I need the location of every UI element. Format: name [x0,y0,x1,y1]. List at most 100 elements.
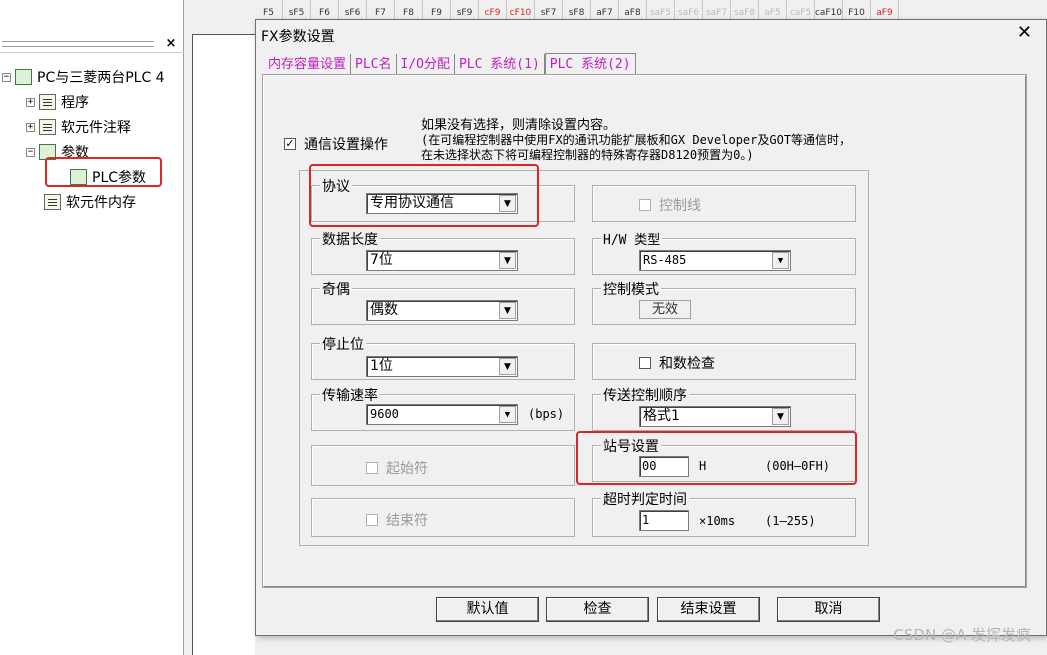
toolbar-button[interactable]: aF5 [759,0,787,19]
data-length-group: 数据长度 7位 ▼ [311,229,575,275]
chevron-down-icon[interactable]: ▼ [499,358,516,375]
toolbar-button[interactable]: saF7 [703,0,731,19]
toolbar-button[interactable]: cF10 [507,0,535,19]
baud-rate-select[interactable]: 9600 ▼ [366,404,518,425]
baud-rate-group: 传输速率 9600 ▼ (bps) [311,385,575,431]
toolbar-button[interactable]: F5 [255,0,283,19]
toolbar-button[interactable]: F9 [423,0,451,19]
tab-io[interactable]: I/O分配 [397,54,455,75]
toolbar-button[interactable]: saF5 [647,0,675,19]
end-char-checkbox[interactable]: 结束符 [366,510,428,530]
chevron-down-icon[interactable]: ▼ [499,195,516,212]
toolbar-button[interactable]: aF7 [591,0,619,19]
tree-item-program[interactable]: + 程序 [26,91,89,113]
toolbar-button[interactable]: aF9 [871,0,899,19]
toolbar-button[interactable]: F8 [395,0,423,19]
tree-item-label: 程序 [61,95,89,111]
comment-icon [39,119,56,135]
toolbar-button[interactable]: cF9 [479,0,507,19]
panel-header: × [0,36,184,53]
tree-item-device-comment[interactable]: + 软元件注释 [26,116,131,138]
tab-memory[interactable]: 内存容量设置 [264,54,352,75]
toolbar-button[interactable]: caF5 [787,0,815,19]
sum-check-checkbox[interactable]: 和数检查 [639,353,715,373]
collapse-icon[interactable]: − [2,72,11,82]
project-icon [15,69,32,85]
transfer-sequence-group: 传送控制顺序 格式1 ▼ [592,385,856,431]
stop-bit-label: 停止位 [320,334,366,354]
toolbar-button[interactable]: F6 [311,0,339,19]
tree-item-parameter[interactable]: − 参数 [26,141,89,163]
tab-plc-name[interactable]: PLC名 [351,54,397,75]
station-number-range: (00H—0FH) [765,459,831,473]
cancel-button[interactable]: 取消 [777,597,880,622]
timeout-range: (1—255) [765,514,816,528]
toolbar-button[interactable]: aF8 [619,0,647,19]
transfer-sequence-label: 传送控制顺序 [601,385,689,405]
note-line-2: (在可编程控制器中使用FX的通讯功能扩展板和GX Developer及GOT等通… [421,133,852,147]
protocol-group: 协议 专用协议通信 ▼ [311,176,575,222]
panel-grip[interactable] [2,41,154,47]
control-mode-group: 控制模式 无效 [592,279,856,325]
expand-icon[interactable]: + [26,122,35,132]
tree-item-plc-parameter[interactable]: PLC参数 [70,166,146,188]
chevron-down-icon[interactable]: ▼ [772,252,789,269]
data-length-select[interactable]: 7位 ▼ [366,250,518,271]
toolbar: F5 sF5 F6 sF6 F7 F8 F9 sF9 cF9 cF10 sF7 sF8 aF7 aF8 sa… [255,0,1047,20]
toolbar-button[interactable]: F10 [843,0,871,19]
toolbar-button[interactable]: sF8 [563,0,591,19]
timeout-label: 超时判定时间 [601,489,689,509]
check-button[interactable]: 检查 [546,597,649,622]
default-button[interactable]: 默认值 [436,597,539,622]
toolbar-button[interactable]: sF7 [535,0,563,19]
end-char-group: 结束符 [311,498,575,537]
project-tree-panel: × − PC与三菱两台PLC 4 + 程序 + 软元件注释 − 参数 PLC参数… [0,0,184,655]
checkbox-icon[interactable] [639,199,651,211]
checkbox-icon[interactable] [366,462,378,474]
toolbar-button[interactable]: sF5 [283,0,311,19]
chevron-down-icon[interactable]: ▼ [772,408,789,425]
close-icon[interactable]: ✕ [1017,24,1032,42]
transfer-sequence-value: 格式1 [643,408,680,424]
comm-settings-label: 通信设置操作 [304,137,388,153]
tree-item-label: 软元件注释 [61,120,131,136]
toolbar-button[interactable]: saF8 [731,0,759,19]
tree-root[interactable]: − PC与三菱两台PLC 4 [2,66,165,88]
tree-item-device-memory[interactable]: 软元件内存 [44,191,136,213]
baud-unit: (bps) [528,407,565,421]
tab-plc-system-2[interactable]: PLC 系统(2) [544,53,636,75]
toolbar-button[interactable]: F7 [367,0,395,19]
protocol-value: 专用协议通信 [370,195,454,211]
station-number-group: 站号设置 00 H (00H—0FH) [592,436,856,482]
chevron-down-icon[interactable]: ▼ [499,302,516,319]
protocol-select[interactable]: 专用协议通信 ▼ [366,193,518,214]
checkbox-icon[interactable] [366,514,378,526]
tree-item-label: 参数 [61,145,89,161]
toolbar-button[interactable]: saF6 [675,0,703,19]
tab-bar: 内存容量设置 PLC名 I/O分配 PLC 系统(1) PLC 系统(2) [264,53,636,76]
checkbox-checked-icon[interactable]: ✓ [284,138,296,150]
toolbar-button[interactable]: sF6 [339,0,367,19]
chevron-down-icon[interactable]: ▼ [499,252,516,269]
timeout-input[interactable]: 1 [639,510,689,531]
toolbar-button[interactable]: sF9 [451,0,479,19]
finish-settings-button[interactable]: 结束设置 [657,597,760,622]
toolbar-button[interactable]: caF10 [815,0,843,19]
watermark: CSDN @A 发挥发疯 [893,626,1031,644]
tab-plc-system-1[interactable]: PLC 系统(1) [455,54,545,75]
comm-settings-checkbox[interactable]: ✓ 通信设置操作 [284,134,388,154]
control-mode-label: 控制模式 [601,279,661,299]
station-number-input[interactable]: 00 [639,456,689,477]
chevron-down-icon[interactable]: ▼ [499,406,516,423]
hw-type-select[interactable]: RS-485 ▼ [639,250,791,271]
checkbox-icon[interactable] [639,357,651,369]
close-icon[interactable]: × [162,35,180,52]
control-line-checkbox[interactable]: 控制线 [639,195,701,215]
collapse-icon[interactable]: − [26,147,35,157]
expand-icon[interactable]: + [26,97,35,107]
transfer-sequence-select[interactable]: 格式1 ▼ [639,406,791,427]
parity-select[interactable]: 偶数 ▼ [366,300,518,321]
sum-check-group: 和数检查 [592,343,856,380]
start-char-checkbox[interactable]: 起始符 [366,458,428,478]
stop-bit-select[interactable]: 1位 ▼ [366,356,518,377]
